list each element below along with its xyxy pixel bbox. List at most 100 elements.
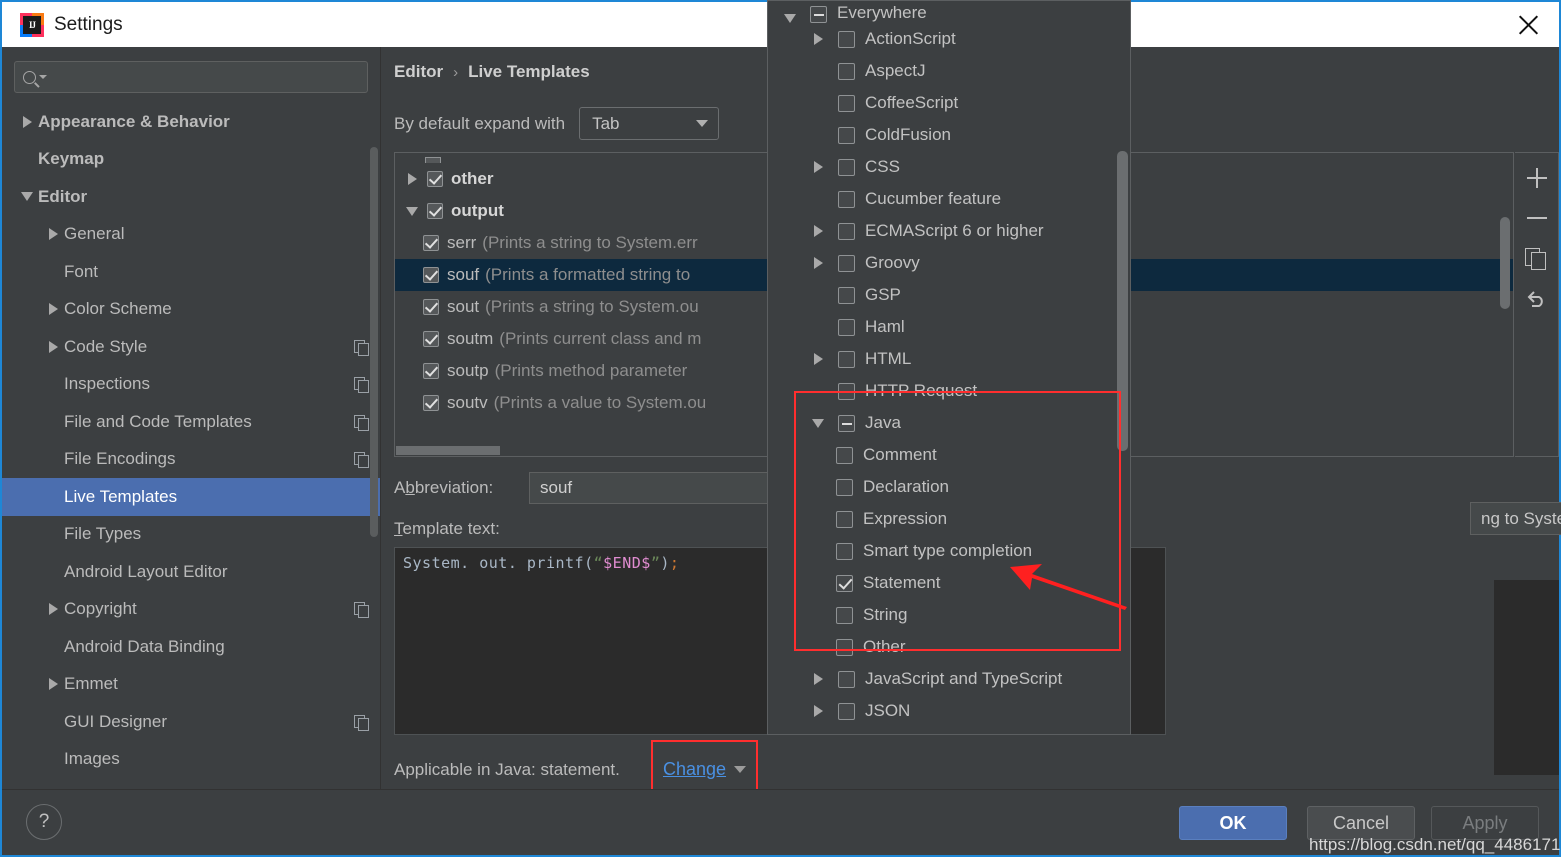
chevron-right-icon[interactable]	[798, 225, 838, 237]
sidebar-item-font[interactable]: Font	[2, 253, 380, 291]
chevron-right-icon[interactable]	[798, 161, 838, 173]
copy-settings-icon[interactable]	[354, 339, 369, 356]
chevron-down-icon[interactable]	[397, 206, 427, 216]
context-checkbox[interactable]	[838, 126, 855, 144]
context-checkbox[interactable]	[838, 94, 855, 112]
sidebar-item-editor[interactable]: Editor	[2, 178, 380, 216]
chevron-down-icon[interactable]	[798, 418, 838, 428]
help-button[interactable]: ?	[26, 804, 62, 840]
sidebar-item-inspections[interactable]: Inspections	[2, 366, 380, 404]
chevron-right-icon[interactable]	[42, 228, 64, 241]
context-row-ecmascript-6-or-higher[interactable]: ECMAScript 6 or higher	[768, 215, 1130, 247]
chevron-right-icon[interactable]	[42, 340, 64, 353]
context-row-cucumber-feature[interactable]: Cucumber feature	[768, 183, 1130, 215]
context-row-css[interactable]: CSS	[768, 151, 1130, 183]
context-checkbox[interactable]	[836, 446, 853, 464]
template-list-scrollbar-thumb[interactable]	[1500, 217, 1510, 309]
context-row-other[interactable]: Other	[768, 631, 1130, 663]
chevron-down-icon[interactable]	[770, 14, 810, 23]
template-checkbox[interactable]	[423, 235, 439, 251]
context-row-json[interactable]: JSON	[768, 695, 1130, 727]
context-checkbox[interactable]	[838, 62, 855, 80]
chevron-right-icon[interactable]	[16, 115, 38, 128]
context-checkbox[interactable]	[836, 542, 853, 560]
context-checkbox[interactable]	[838, 702, 855, 720]
sidebar-item-images[interactable]: Images	[2, 741, 380, 779]
template-checkbox[interactable]	[423, 331, 439, 347]
sidebar-item-general[interactable]: General	[2, 216, 380, 254]
context-row-expression[interactable]: Expression	[768, 503, 1130, 535]
context-row-groovy[interactable]: Groovy	[768, 247, 1130, 279]
context-row-aspectj[interactable]: AspectJ	[768, 55, 1130, 87]
context-checkbox[interactable]	[836, 478, 853, 496]
context-row-coffeescript[interactable]: CoffeeScript	[768, 87, 1130, 119]
copy-settings-icon[interactable]	[354, 714, 369, 731]
default-expand-select[interactable]: Tab	[579, 107, 720, 140]
context-row-actionscript[interactable]: ActionScript	[768, 23, 1130, 55]
context-checkbox[interactable]	[836, 574, 853, 592]
context-checkbox[interactable]	[838, 735, 855, 736]
context-checkbox[interactable]	[838, 158, 855, 176]
template-checkbox[interactable]	[423, 395, 439, 411]
sidebar-item-file-and-code-templates[interactable]: File and Code Templates	[2, 403, 380, 441]
sidebar-item-android-data-binding[interactable]: Android Data Binding	[2, 628, 380, 666]
context-row-javascript-and-typescript[interactable]: JavaScript and TypeScript	[768, 663, 1130, 695]
sidebar-item-gui-designer[interactable]: GUI Designer	[2, 703, 380, 741]
template-checkbox[interactable]	[427, 203, 443, 219]
context-row-gsp[interactable]: GSP	[768, 279, 1130, 311]
sidebar-item-android-layout-editor[interactable]: Android Layout Editor	[2, 553, 380, 591]
sidebar-item-file-types[interactable]: File Types	[2, 516, 380, 554]
sidebar-scrollbar-thumb[interactable]	[370, 147, 378, 537]
context-checkbox[interactable]	[838, 318, 855, 336]
breadcrumb-parent[interactable]: Editor	[394, 62, 443, 82]
context-checkbox[interactable]	[838, 414, 855, 432]
context-checkbox[interactable]	[838, 254, 855, 272]
plus-icon[interactable]	[1524, 165, 1550, 191]
sidebar-item-keymap[interactable]: Keymap	[2, 141, 380, 179]
copy-settings-icon[interactable]	[354, 377, 369, 394]
sidebar-item-code-style[interactable]: Code Style	[2, 328, 380, 366]
sidebar-item-emmet[interactable]: Emmet	[2, 666, 380, 704]
chevron-right-icon[interactable]	[798, 353, 838, 365]
sidebar-item-color-scheme[interactable]: Color Scheme	[2, 291, 380, 329]
sidebar-scrollbar[interactable]	[370, 103, 378, 743]
chevron-right-icon[interactable]	[798, 673, 838, 685]
context-row-http-request[interactable]: HTTP Request	[768, 375, 1130, 407]
context-checkbox[interactable]	[838, 350, 855, 368]
chevron-down-icon[interactable]	[16, 192, 38, 202]
context-row-html[interactable]: HTML	[768, 343, 1130, 375]
context-checkbox[interactable]	[810, 6, 827, 23]
chevron-down-icon[interactable]	[734, 765, 747, 773]
sidebar-item-file-encodings[interactable]: File Encodings	[2, 441, 380, 479]
undo-icon[interactable]	[1524, 285, 1550, 311]
template-checkbox[interactable]	[427, 171, 443, 187]
context-checkbox[interactable]	[838, 670, 855, 688]
chevron-right-icon[interactable]	[798, 257, 838, 269]
context-checkbox[interactable]	[836, 606, 853, 624]
copy-settings-icon[interactable]	[354, 452, 369, 469]
context-checkbox[interactable]	[836, 510, 853, 528]
context-row-coldfusion[interactable]: ColdFusion	[768, 119, 1130, 151]
context-checkbox[interactable]	[838, 382, 855, 400]
search-input[interactable]	[14, 61, 368, 93]
template-checkbox[interactable]	[423, 267, 439, 283]
chevron-right-icon[interactable]	[397, 173, 427, 185]
context-row-everywhere[interactable]: Everywhere	[768, 1, 1130, 23]
context-checkbox[interactable]	[838, 286, 855, 304]
context-checkbox[interactable]	[838, 222, 855, 240]
duplicate-icon[interactable]	[1524, 245, 1550, 271]
chevron-right-icon[interactable]	[798, 705, 838, 717]
context-row-comment[interactable]: Comment	[768, 439, 1130, 471]
template-list-hscrollbar-thumb[interactable]	[396, 446, 500, 455]
ok-button[interactable]: OK	[1179, 806, 1287, 840]
chevron-right-icon[interactable]	[42, 603, 64, 616]
popup-scrollbar-thumb[interactable]	[1117, 151, 1128, 451]
context-checkbox[interactable]	[838, 190, 855, 208]
chevron-right-icon[interactable]	[42, 678, 64, 691]
close-icon[interactable]	[1513, 10, 1543, 40]
template-checkbox[interactable]	[423, 363, 439, 379]
sidebar-item-live-templates[interactable]: Live Templates	[2, 478, 380, 516]
chevron-right-icon[interactable]	[42, 303, 64, 316]
context-row-jsp[interactable]: JSP	[768, 727, 1130, 736]
chevron-right-icon[interactable]	[798, 33, 838, 45]
